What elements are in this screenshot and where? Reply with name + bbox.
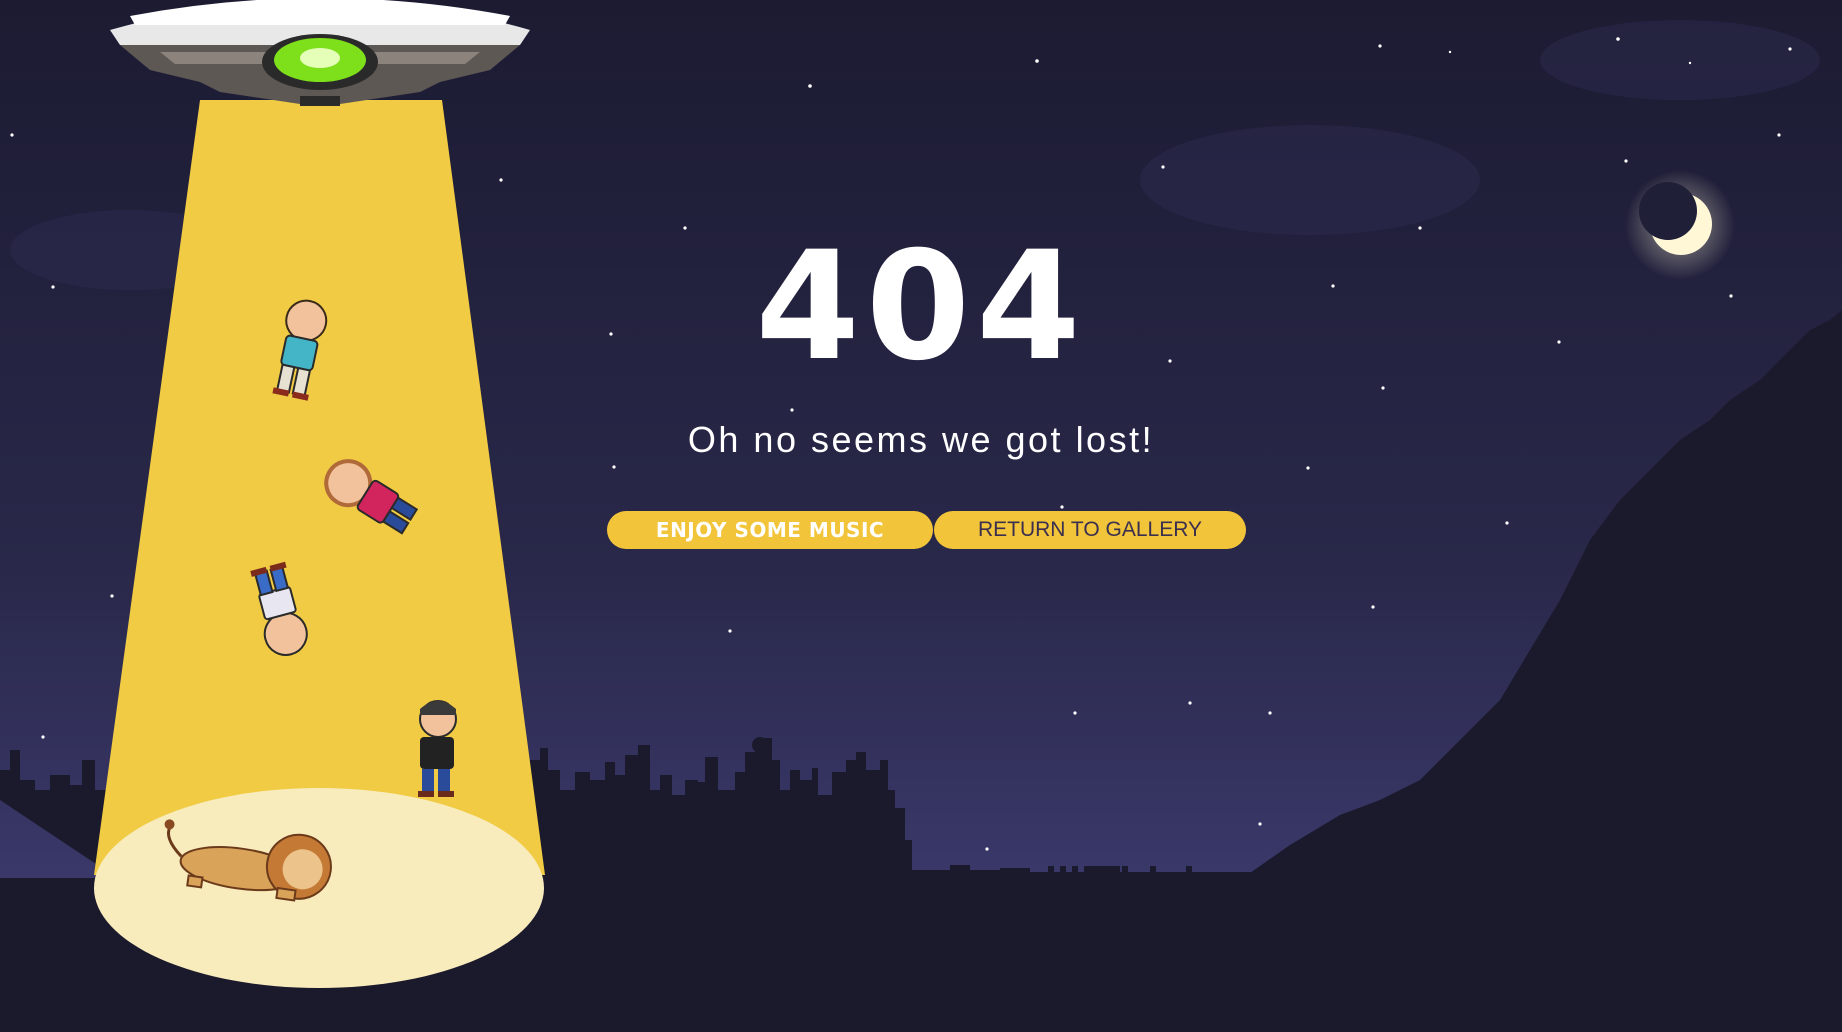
error-message: Oh no seems we got lost! — [687, 419, 1155, 460]
return-to-gallery-button[interactable]: RETURN TO GALLERY — [934, 511, 1246, 549]
enjoy-music-button[interactable]: ENJOY SOME MUSIC — [607, 511, 933, 549]
enjoy-music-label: ENJOY SOME MUSIC — [655, 518, 885, 542]
return-to-gallery-label: RETURN TO GALLERY — [977, 518, 1203, 541]
error-code: 404 — [755, 220, 1087, 394]
